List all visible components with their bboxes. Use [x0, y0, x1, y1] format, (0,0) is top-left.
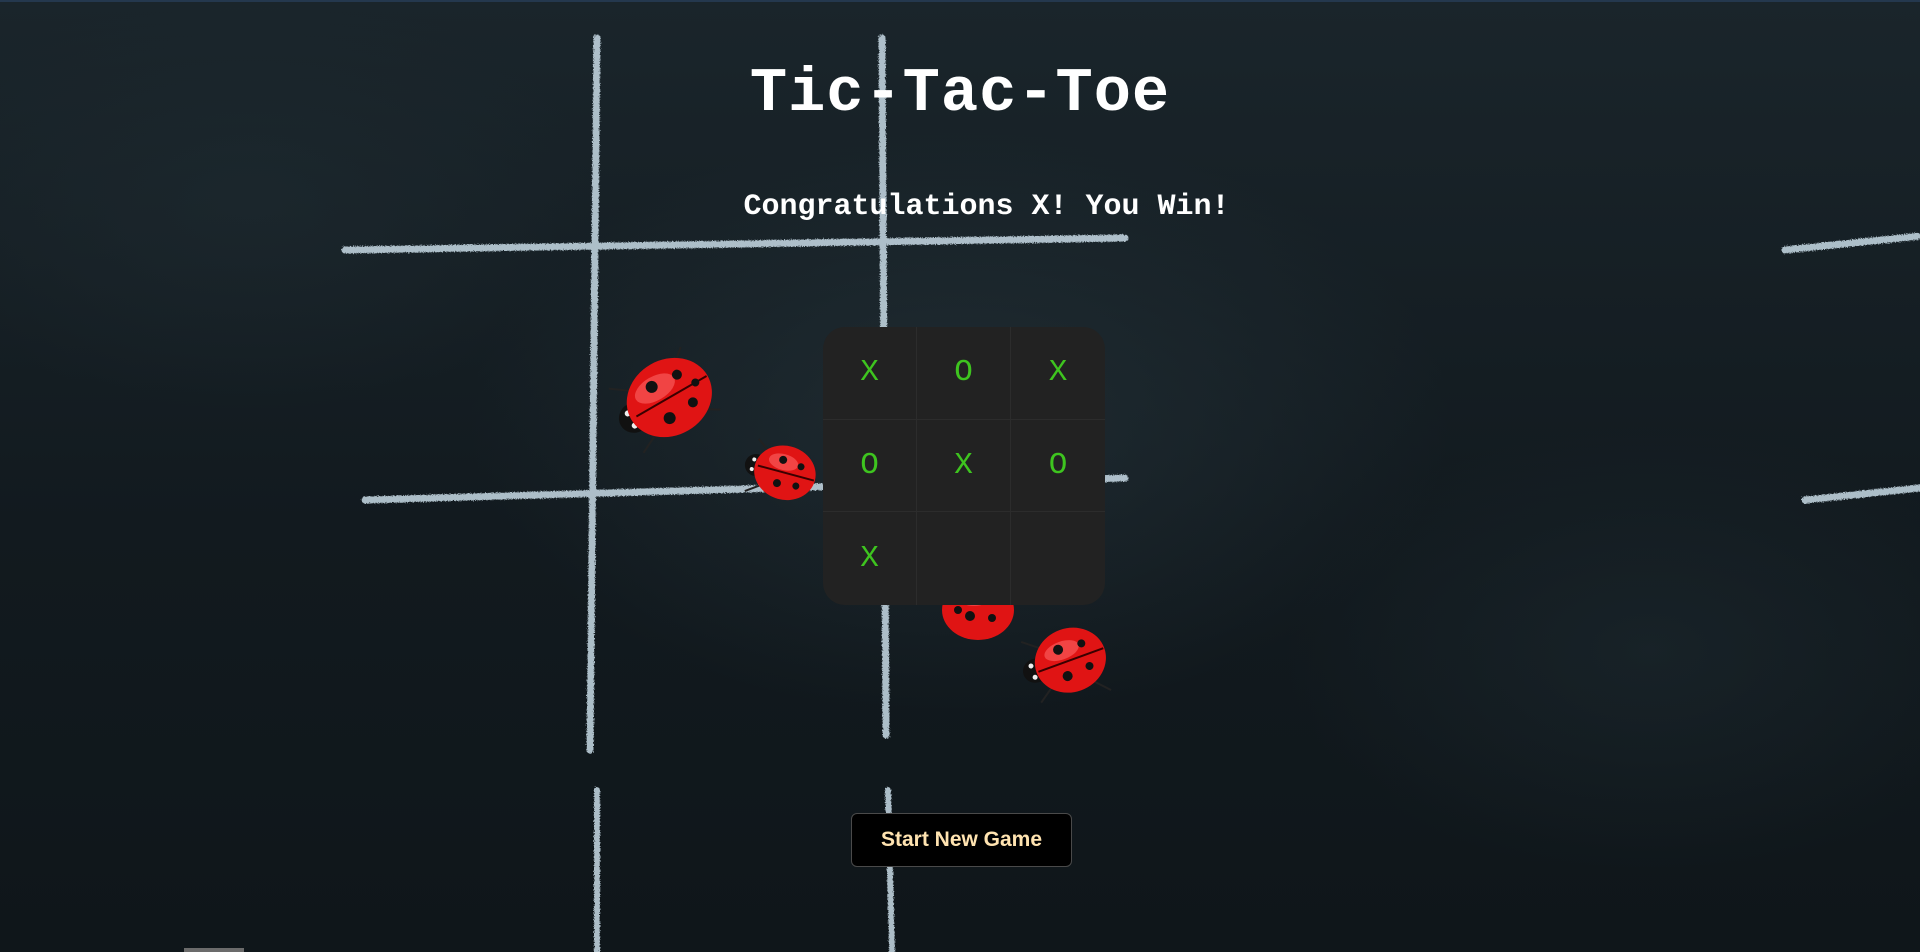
board-cell[interactable]: O [1011, 420, 1105, 513]
start-new-game-button[interactable]: Start New Game [851, 813, 1072, 867]
board-cell[interactable]: X [1011, 327, 1105, 420]
board-cell[interactable] [917, 512, 1011, 605]
ladybug-icon [608, 346, 721, 454]
game-board: X O X O X O X [823, 327, 1105, 605]
scrollbar-thumb[interactable] [184, 948, 244, 952]
board-cell[interactable]: O [917, 327, 1011, 420]
board-cell[interactable]: O [823, 419, 917, 513]
board-cell[interactable] [1011, 512, 1105, 605]
winner-message: Congratulations X! You Win! [743, 190, 1230, 224]
ladybug-icon [744, 438, 816, 501]
ladybug-icon [1020, 627, 1112, 704]
board-cell[interactable]: X [823, 327, 917, 420]
game-title: Tic-Tac-Toe [749, 58, 1171, 129]
board-cell[interactable]: X [823, 512, 917, 605]
board-cell[interactable]: X [917, 419, 1011, 513]
